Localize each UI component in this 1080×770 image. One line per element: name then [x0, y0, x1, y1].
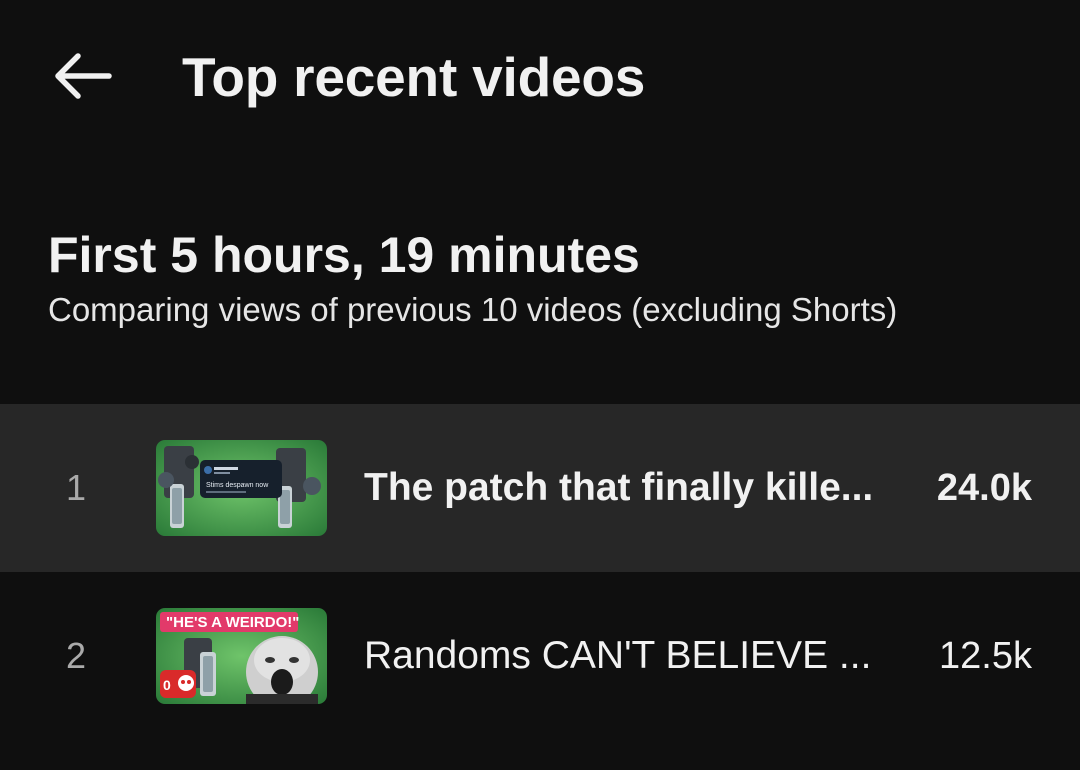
video-views: 24.0k	[936, 466, 1032, 509]
video-thumbnail-icon: Stims despawn now	[156, 440, 327, 536]
video-title: Randoms CAN'T BELIEVE ...	[364, 634, 872, 677]
video-title: The patch that finally kille...	[364, 466, 874, 509]
video-views: 12.5k	[939, 634, 1032, 677]
section-title: First 5 hours, 19 minutes	[48, 227, 640, 283]
video-row[interactable]: 1 Stims despawn now The patch that final…	[0, 404, 1080, 572]
page-title: Top recent videos	[182, 46, 646, 108]
analytics-screen: Top recent videos First 5 hours, 19 minu…	[0, 0, 1080, 770]
video-list: 1 Stims despawn now The patch that final…	[0, 404, 1080, 740]
video-row[interactable]: 2 "HE'S A WEIRDO!" 0 Randoms CAN'T BELIE…	[0, 572, 1080, 740]
thumbnail-caption: "HE'S A WEIRDO!"	[166, 614, 299, 631]
video-thumbnail-icon: "HE'S A WEIRDO!" 0	[156, 608, 327, 704]
thumbnail-caption: Stims despawn now	[206, 482, 269, 489]
svg-text:0: 0	[163, 677, 171, 693]
video-rank: 2	[66, 635, 87, 676]
video-rank: 1	[66, 467, 87, 508]
top-app-bar: Top recent videos	[0, 0, 1080, 155]
section-subtitle: Comparing views of previous 10 videos (e…	[48, 291, 898, 328]
arrow-left-icon	[55, 53, 112, 99]
back-button[interactable]	[40, 40, 126, 112]
video-thumbnail[interactable]: "HE'S A WEIRDO!" 0	[156, 608, 327, 704]
video-thumbnail[interactable]: Stims despawn now	[156, 440, 327, 536]
